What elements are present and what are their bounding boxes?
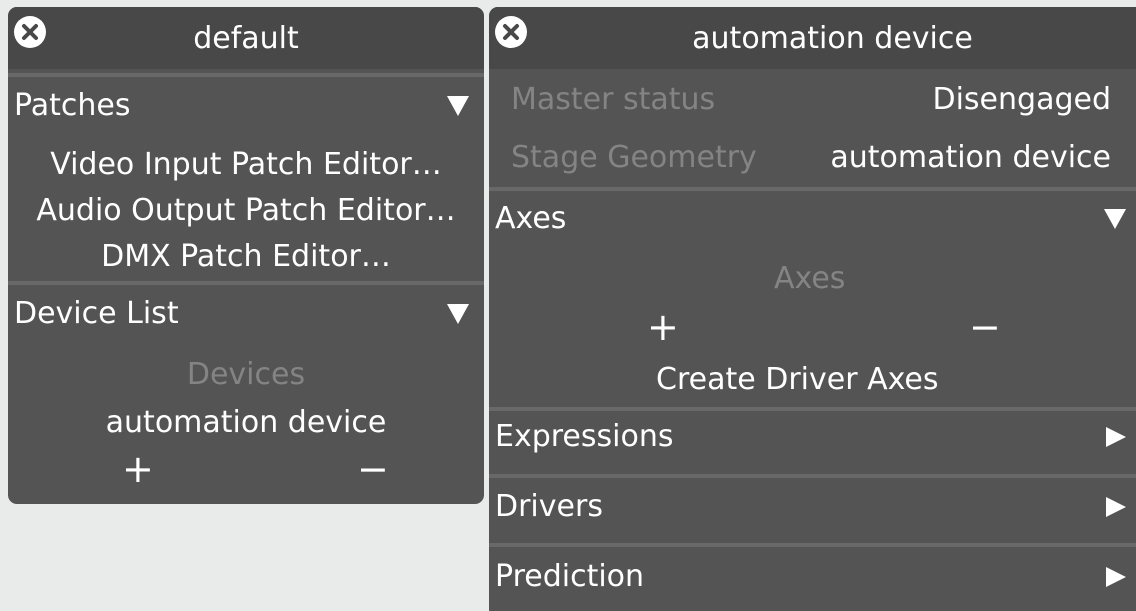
add-device-button[interactable]: +: [122, 449, 154, 489]
divider: [8, 281, 484, 285]
title-bar: automation device: [489, 7, 1136, 69]
property-row: Master status Disengaged: [489, 81, 1136, 121]
remove-device-button[interactable]: −: [357, 449, 389, 489]
dmx-patch-editor-button[interactable]: DMX Patch Editor…: [8, 239, 484, 275]
section-label: Patches: [14, 88, 131, 123]
section-label: Device List: [14, 296, 179, 331]
add-axis-button[interactable]: +: [647, 307, 679, 347]
property-label: Stage Geometry: [511, 140, 757, 175]
triangle-right-icon: [1106, 497, 1126, 517]
section-label: Axes: [495, 201, 567, 236]
default-panel: default Patches Video Input Patch Editor…: [8, 7, 484, 504]
create-driver-axes-button[interactable]: Create Driver Axes: [656, 362, 939, 398]
divider: [489, 543, 1136, 547]
section-label: Prediction: [495, 559, 645, 594]
device-list-section-header[interactable]: Device List: [8, 295, 484, 335]
remove-axis-button[interactable]: −: [969, 307, 1001, 347]
drivers-section-header[interactable]: Drivers: [489, 488, 1136, 528]
property-row: Stage Geometry automation device: [489, 139, 1136, 179]
triangle-down-icon: [1104, 209, 1126, 229]
prediction-section-header[interactable]: Prediction: [489, 558, 1136, 598]
section-label: Expressions: [495, 419, 674, 454]
automation-device-panel: automation device Master status Disengag…: [489, 7, 1136, 611]
expressions-section-header[interactable]: Expressions: [489, 418, 1136, 458]
property-label: Master status: [511, 82, 716, 117]
axes-section-header[interactable]: Axes: [489, 200, 1136, 240]
axes-list-label: Axes: [774, 261, 846, 296]
device-list-item[interactable]: automation device: [8, 405, 484, 441]
divider: [489, 407, 1136, 411]
triangle-down-icon: [447, 304, 469, 324]
master-status-value[interactable]: Disengaged: [932, 82, 1111, 118]
divider: [489, 474, 1136, 478]
triangle-right-icon: [1106, 427, 1126, 447]
audio-output-patch-editor-button[interactable]: Audio Output Patch Editor…: [8, 193, 484, 229]
title-bar: default: [8, 7, 484, 69]
video-input-patch-editor-button[interactable]: Video Input Patch Editor…: [8, 147, 484, 183]
close-icon[interactable]: [495, 16, 527, 48]
panel-title: automation device: [692, 21, 973, 56]
triangle-right-icon: [1106, 567, 1126, 587]
triangle-down-icon: [447, 96, 469, 116]
section-label: Drivers: [495, 489, 603, 524]
patches-section-header[interactable]: Patches: [8, 87, 484, 127]
stage-geometry-value[interactable]: automation device: [830, 140, 1111, 176]
devices-list-label: Devices: [186, 357, 306, 392]
divider: [489, 187, 1136, 191]
divider: [8, 73, 484, 77]
panel-title: default: [193, 21, 299, 56]
